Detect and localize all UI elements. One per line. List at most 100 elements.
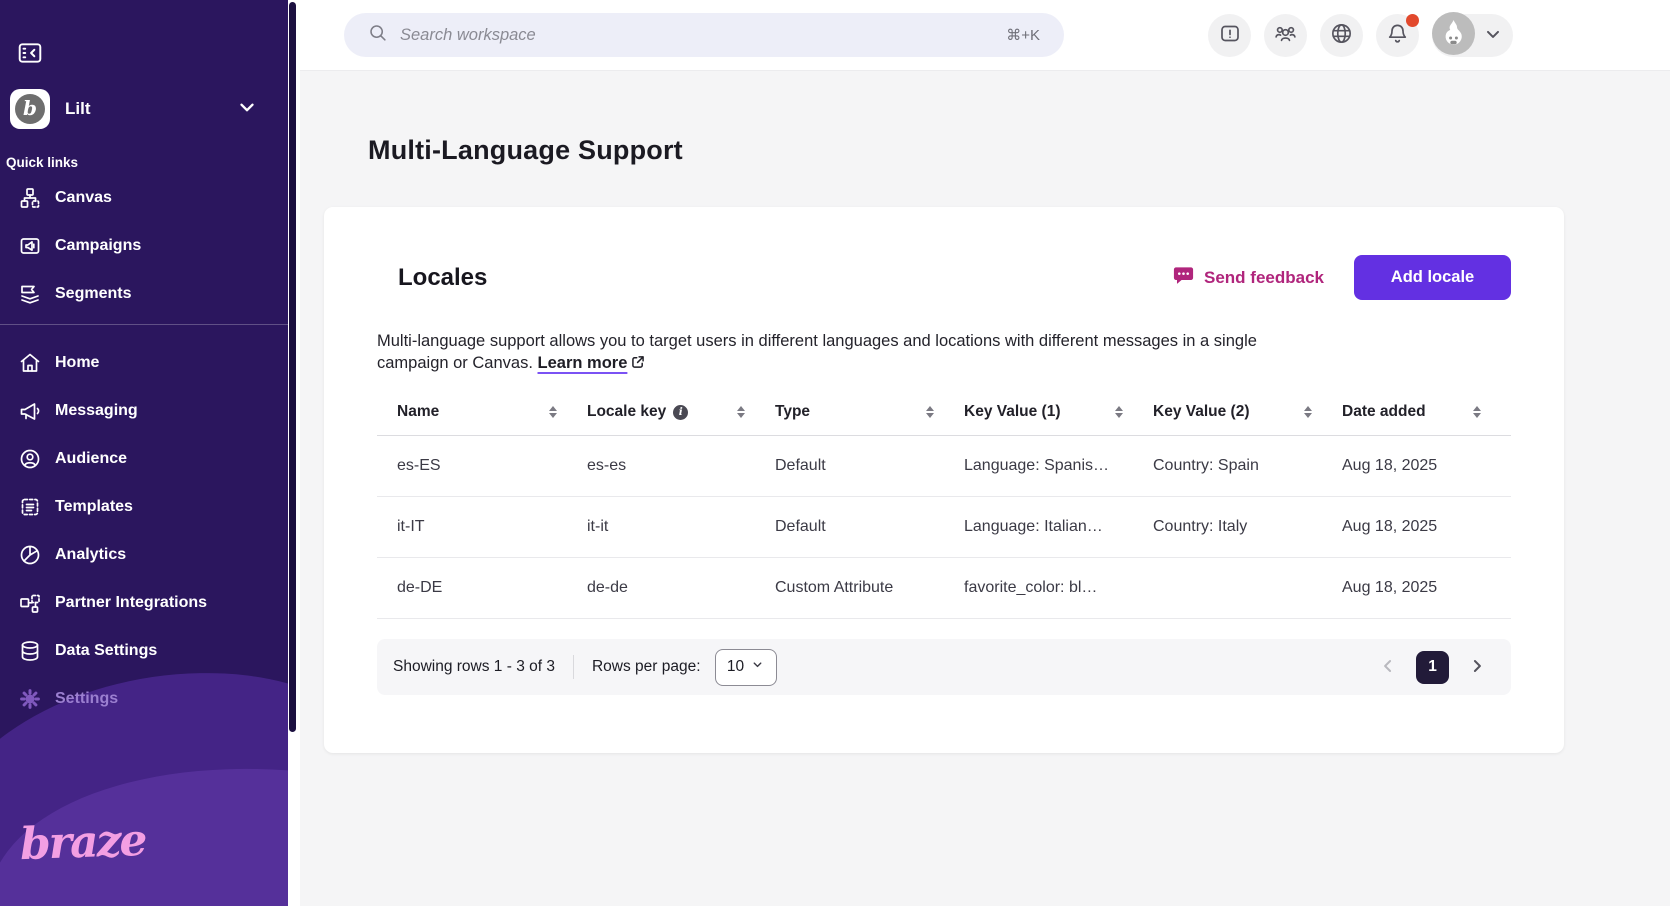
chevron-right-icon: [1467, 656, 1487, 679]
sidebar-item-home[interactable]: Home: [0, 339, 288, 387]
cell-type: Default: [775, 457, 964, 475]
search-icon: [368, 23, 387, 47]
campaigns-icon: [18, 234, 42, 258]
user-groups-button[interactable]: [1264, 14, 1307, 57]
user-menu-button[interactable]: [1432, 14, 1513, 57]
sidebar-item-messaging[interactable]: Messaging: [0, 387, 288, 435]
locales-table: Name Locale key i Type Key Value (1): [377, 397, 1511, 619]
sidebar-item-label: Home: [55, 354, 99, 372]
rows-per-page-select[interactable]: 10: [715, 649, 777, 686]
rows-per-page-label: Rows per page:: [592, 658, 701, 676]
sidebar-resize-handle[interactable]: [289, 2, 296, 732]
gear-icon: [18, 687, 42, 711]
pagination: 1: [1374, 651, 1491, 684]
cell-locale-key: it-it: [587, 518, 775, 536]
sidebar-item-label: Analytics: [55, 546, 126, 564]
column-header-key-value-2[interactable]: Key Value (2): [1153, 403, 1342, 421]
cell-name: it-IT: [397, 518, 587, 536]
braze-logo: braze: [19, 815, 146, 870]
table-footer: Showing rows 1 - 3 of 3 Rows per page: 1…: [377, 639, 1511, 695]
send-feedback-button[interactable]: Send feedback: [1172, 264, 1324, 292]
sidebar-item-templates[interactable]: Templates: [0, 483, 288, 531]
search-placeholder: Search workspace: [400, 26, 536, 45]
sort-icon: [926, 406, 934, 418]
language-button[interactable]: [1320, 14, 1363, 57]
column-header-type[interactable]: Type: [775, 403, 964, 421]
page-content: Multi-Language Support Locales Send feed…: [300, 71, 1670, 753]
column-label: Date added: [1342, 403, 1426, 421]
segments-icon: [18, 282, 42, 306]
cell-type: Default: [775, 518, 964, 536]
templates-icon: [18, 495, 42, 519]
page-title: Multi-Language Support: [368, 135, 1670, 166]
sidebar-item-audience[interactable]: Audience: [0, 435, 288, 483]
search-input[interactable]: Search workspace ⌘+K: [344, 13, 1064, 57]
column-label: Type: [775, 403, 810, 421]
cell-key-value-2: Country: Italy: [1153, 518, 1342, 536]
main-area: Search workspace ⌘+K: [300, 0, 1670, 906]
send-feedback-label: Send feedback: [1204, 268, 1324, 288]
table-row: it-IT it-it Default Language: Italian… C…: [377, 497, 1511, 558]
card-description: Multi-language support allows you to tar…: [377, 330, 1297, 375]
column-header-key-value-1[interactable]: Key Value (1): [964, 403, 1153, 421]
collapse-sidebar-icon: [16, 54, 44, 69]
topbar-icons: [1208, 14, 1513, 57]
cell-key-value-2: Country: Spain: [1153, 457, 1342, 475]
sidebar-item-partner-integrations[interactable]: Partner Integrations: [0, 579, 288, 627]
quick-links-heading: Quick links: [6, 155, 288, 170]
canvas-icon: [18, 186, 42, 210]
search-shortcut-hint: ⌘+K: [1006, 26, 1040, 44]
sidebar-item-data-settings[interactable]: Data Settings: [0, 627, 288, 675]
column-header-date-added[interactable]: Date added: [1342, 403, 1511, 421]
workspace-logo-icon: b: [10, 89, 50, 129]
learn-more-link[interactable]: Learn more: [538, 354, 646, 372]
sidebar: b Lilt Quick links Canvas Campaigns Segm…: [0, 0, 288, 906]
column-label: Locale key: [587, 403, 666, 421]
alerts-button[interactable]: [1208, 14, 1251, 57]
learn-more-label: Learn more: [538, 354, 628, 372]
chevron-down-icon: [236, 96, 258, 123]
previous-page-button[interactable]: [1374, 652, 1402, 683]
sidebar-item-label: Audience: [55, 450, 127, 468]
collapse-sidebar-button[interactable]: [16, 40, 44, 69]
cell-date-added: Aug 18, 2025: [1342, 579, 1511, 597]
next-page-button[interactable]: [1463, 652, 1491, 683]
table-row: es-ES es-es Default Language: Spanis… Co…: [377, 436, 1511, 497]
column-label: Name: [397, 403, 439, 421]
app-root: b Lilt Quick links Canvas Campaigns Segm…: [0, 0, 1670, 906]
avatar: [1432, 12, 1475, 58]
sort-icon: [737, 406, 745, 418]
cell-name: de-DE: [397, 579, 587, 597]
column-header-name[interactable]: Name: [397, 403, 587, 421]
info-icon[interactable]: i: [673, 405, 688, 420]
topbar: Search workspace ⌘+K: [300, 0, 1670, 71]
cell-locale-key: es-es: [587, 457, 775, 475]
notifications-button[interactable]: [1376, 14, 1419, 57]
pie-chart-icon: [18, 543, 42, 567]
sidebar-item-label: Templates: [55, 498, 133, 516]
sidebar-item-settings[interactable]: Settings: [0, 675, 288, 723]
sidebar-item-canvas[interactable]: Canvas: [0, 174, 288, 222]
sidebar-item-campaigns[interactable]: Campaigns: [0, 222, 288, 270]
notification-dot: [1406, 14, 1419, 27]
column-label: Key Value (1): [964, 403, 1061, 421]
card-title: Locales: [398, 264, 487, 292]
add-locale-button[interactable]: Add locale: [1354, 255, 1511, 300]
card-header: Locales Send feedback Add locale: [377, 255, 1511, 300]
sort-icon: [1304, 406, 1312, 418]
cell-key-value-1: Language: Spanis…: [964, 457, 1153, 475]
sidebar-item-analytics[interactable]: Analytics: [0, 531, 288, 579]
cell-name: es-ES: [397, 457, 587, 475]
column-header-locale-key[interactable]: Locale key i: [587, 403, 775, 421]
workspace-selector[interactable]: b Lilt: [10, 89, 270, 129]
sidebar-item-segments[interactable]: Segments: [0, 270, 288, 318]
cell-date-added: Aug 18, 2025: [1342, 518, 1511, 536]
rows-per-page-value: 10: [727, 658, 744, 676]
sort-icon: [1115, 406, 1123, 418]
cell-date-added: Aug 18, 2025: [1342, 457, 1511, 475]
sidebar-item-label: Campaigns: [55, 237, 141, 255]
showing-rows-text: Showing rows 1 - 3 of 3: [393, 658, 555, 676]
table-row: de-DE de-de Custom Attribute favorite_co…: [377, 558, 1511, 619]
page-number-button[interactable]: 1: [1416, 651, 1449, 684]
footer-divider: [573, 655, 574, 679]
